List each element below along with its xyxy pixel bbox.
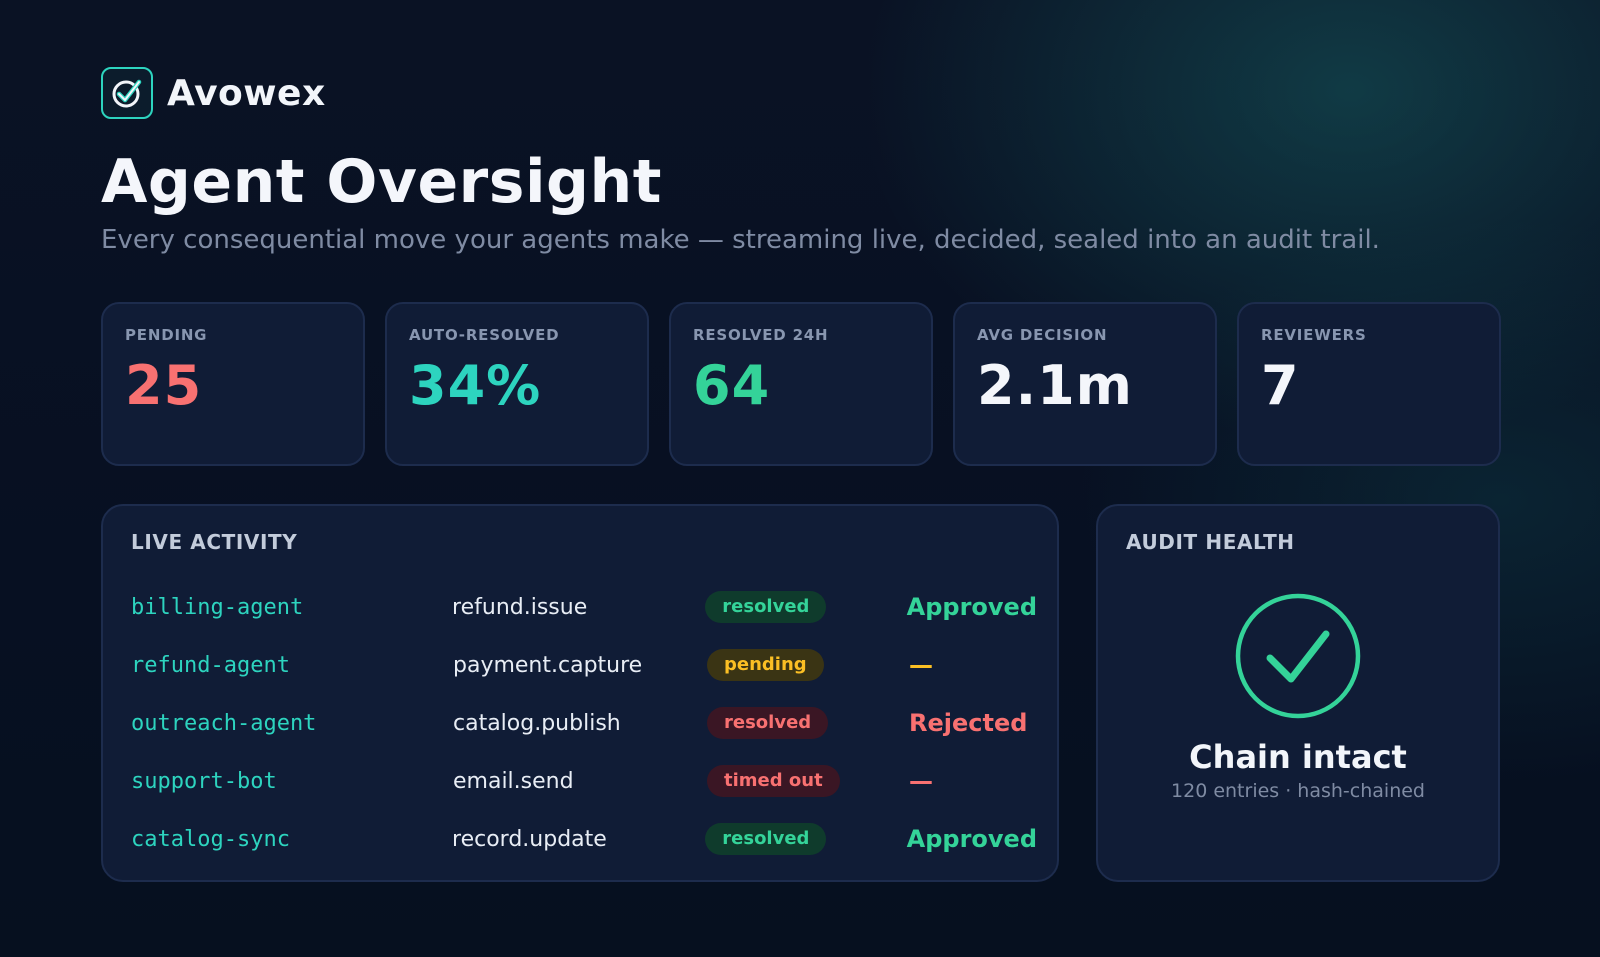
agent-name[interactable]: outreach-agent <box>131 711 453 736</box>
activity-list: billing-agent refund.issue resolved Appr… <box>131 578 1037 868</box>
panel-title: AUDIT HEALTH <box>1126 530 1295 554</box>
status-badge: timed out <box>707 765 840 797</box>
action-name: payment.capture <box>453 652 643 678</box>
stat-card-auto-resolved[interactable]: AUTO-RESOLVED 34% <box>385 302 649 466</box>
action-name: refund.issue <box>452 594 588 620</box>
action-name: catalog.publish <box>453 710 621 736</box>
stat-value: 7 <box>1261 354 1300 417</box>
check-circle-icon <box>1234 592 1362 720</box>
outcome-label: Approved <box>906 593 1038 621</box>
audit-health-panel: AUDIT HEALTH Chain intact 120 entries · … <box>1096 504 1500 882</box>
stat-card-resolved-24h[interactable]: RESOLVED 24H 64 <box>669 302 933 466</box>
action-name: email.send <box>453 768 574 794</box>
activity-row[interactable]: billing-agent refund.issue resolved Appr… <box>131 578 1037 636</box>
status-badge: pending <box>707 649 824 681</box>
status-badge: resolved <box>705 823 827 855</box>
stat-card-pending[interactable]: PENDING 25 <box>101 302 365 466</box>
activity-row[interactable]: outreach-agent catalog.publish resolved … <box>131 694 1037 752</box>
stat-value: 2.1m <box>977 354 1133 417</box>
check-badge-icon <box>101 67 153 119</box>
outcome-label: Approved <box>906 825 1038 853</box>
page-subtitle: Every consequential move your agents mak… <box>101 225 1380 255</box>
stat-card-reviewers[interactable]: REVIEWERS 7 <box>1237 302 1501 466</box>
activity-row[interactable]: refund-agent payment.capture pending — <box>131 636 1037 694</box>
agent-name[interactable]: catalog-sync <box>131 827 452 852</box>
audit-status: Chain intact <box>1189 738 1407 776</box>
activity-row[interactable]: catalog-sync record.update resolved Appr… <box>131 810 1037 868</box>
brand-name: Avowex <box>167 72 326 114</box>
status-badge: resolved <box>705 591 827 623</box>
stat-label: PENDING <box>125 326 208 344</box>
agent-name[interactable]: billing-agent <box>131 595 452 620</box>
agent-name[interactable]: refund-agent <box>131 653 453 678</box>
activity-row[interactable]: support-bot email.send timed out — <box>131 752 1037 810</box>
stat-label: AUTO-RESOLVED <box>409 326 560 344</box>
stat-label: REVIEWERS <box>1261 326 1367 344</box>
outcome-label: — <box>909 651 933 679</box>
agent-name[interactable]: support-bot <box>131 769 453 794</box>
stats-row: PENDING 25 AUTO-RESOLVED 34% RESOLVED 24… <box>101 302 1501 466</box>
dashboard: Avowex Agent Oversight Every consequenti… <box>101 0 1501 957</box>
stat-label: AVG DECISION <box>977 326 1108 344</box>
live-activity-panel: LIVE ACTIVITY billing-agent refund.issue… <box>101 504 1059 882</box>
stat-label: RESOLVED 24H <box>693 326 829 344</box>
outcome-label: Rejected <box>909 709 1028 737</box>
panel-title: LIVE ACTIVITY <box>131 530 298 554</box>
stat-value: 64 <box>693 354 771 417</box>
brand[interactable]: Avowex <box>101 65 326 121</box>
action-name: record.update <box>452 826 607 852</box>
stat-value: 34% <box>409 354 542 417</box>
stat-card-avg-decision[interactable]: AVG DECISION 2.1m <box>953 302 1217 466</box>
audit-detail: 120 entries · hash-chained <box>1171 780 1425 802</box>
stat-value: 25 <box>125 354 203 417</box>
page-title: Agent Oversight <box>101 147 662 217</box>
status-badge: resolved <box>707 707 829 739</box>
outcome-label: — <box>909 767 933 795</box>
